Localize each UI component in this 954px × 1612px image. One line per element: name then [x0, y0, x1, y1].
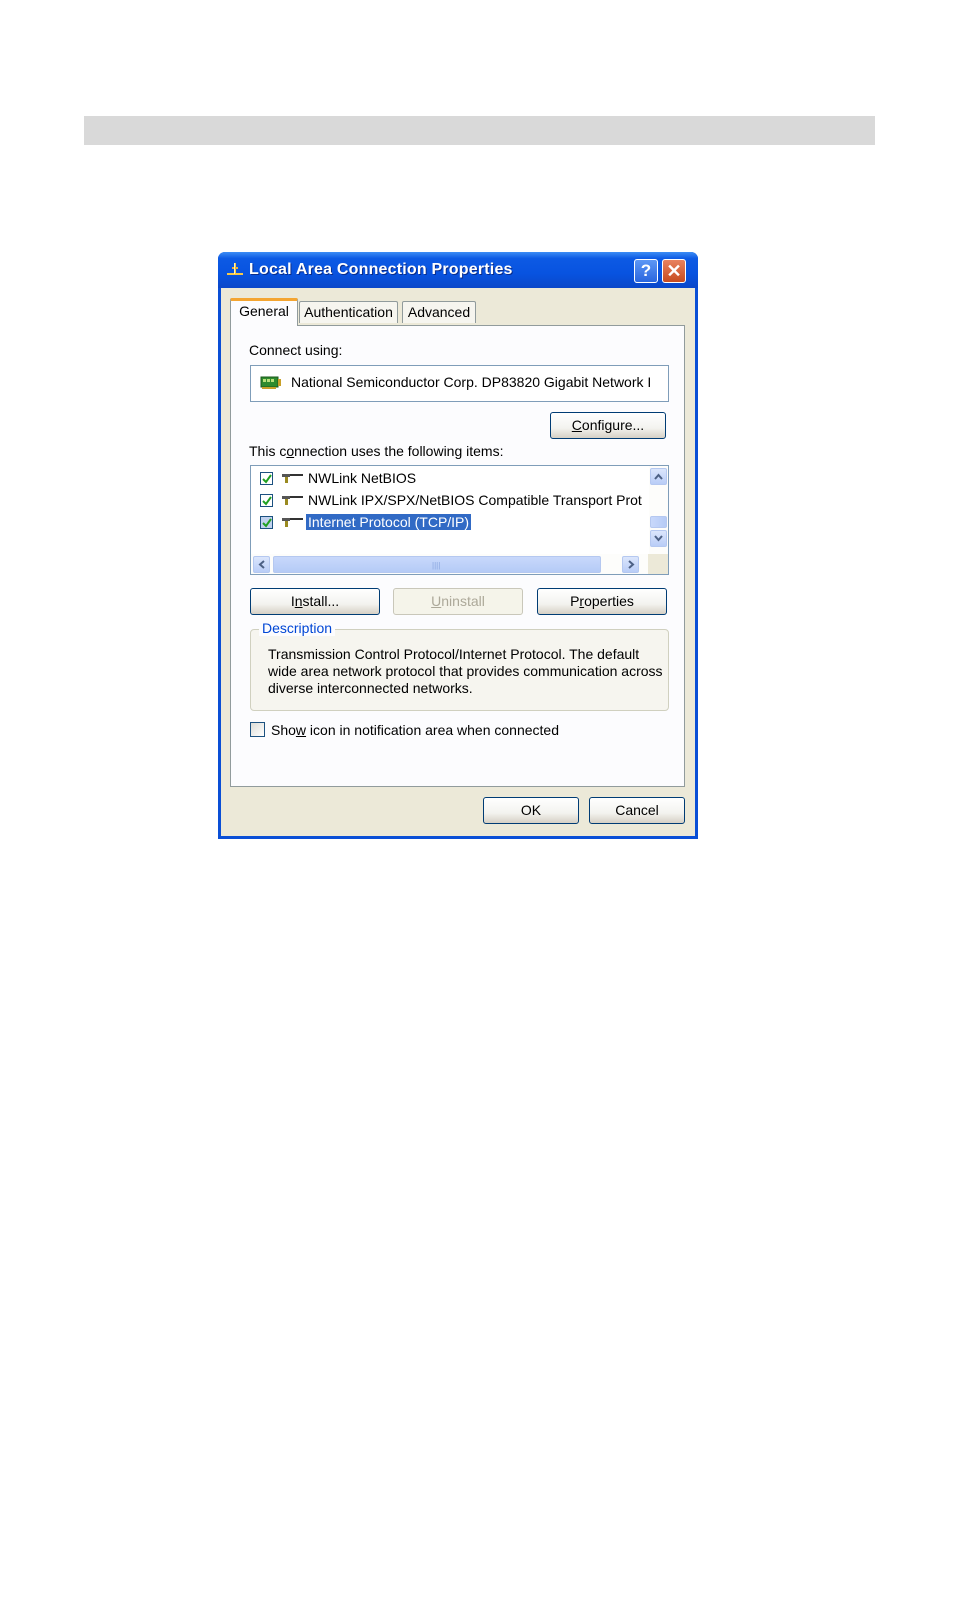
local-area-connection-properties-dialog: Local Area Connection Properties ? ✕ Gen… — [218, 252, 698, 839]
list-item-selected[interactable]: Internet Protocol (TCP/IP) — [251, 513, 641, 533]
tab-authentication[interactable]: Authentication — [299, 301, 398, 323]
install-button[interactable]: Install... — [250, 588, 380, 615]
items-label-pre: This c — [249, 443, 287, 459]
tab-general[interactable]: General — [230, 298, 298, 326]
checkmark-icon — [262, 518, 272, 528]
connect-using-label: Connect using: — [249, 342, 343, 358]
show-icon-label-post: icon in notification area when connected — [306, 722, 559, 738]
properties-label-post: operties — [584, 593, 634, 609]
protocol-icon — [282, 474, 303, 483]
grip-icon: |||| — [432, 561, 441, 570]
configure-label-post: onfigure... — [581, 417, 645, 433]
item-checkbox[interactable] — [260, 472, 273, 485]
items-label-post: nnection uses the following items: — [294, 443, 504, 459]
network-adapter-icon — [260, 376, 281, 389]
adapter-name: National Semiconductor Corp. DP83820 Gig… — [291, 374, 652, 390]
configure-button[interactable]: Configure... — [550, 412, 666, 439]
network-connection-icon — [227, 263, 243, 275]
close-button[interactable]: ✕ — [662, 259, 686, 283]
title-bar[interactable]: Local Area Connection Properties ? ✕ — [218, 252, 698, 288]
checkmark-icon — [262, 474, 272, 484]
chevron-down-icon — [654, 535, 663, 542]
configure-label-accel: C — [571, 417, 582, 433]
components-list[interactable]: NWLink NetBIOS NWLink IPX/SPX/NetBIOS Co… — [250, 465, 669, 575]
general-tab-panel: Connect using: National Semiconductor Co… — [230, 325, 685, 787]
horizontal-scrollbar[interactable]: |||| — [251, 554, 649, 574]
dialog-client-area: General Authentication Advanced Connect … — [221, 288, 695, 836]
description-title: Description — [259, 620, 336, 636]
item-checkbox[interactable] — [260, 516, 273, 529]
scrollbar-corner — [648, 554, 668, 574]
description-text: Transmission Control Protocol/Internet P… — [268, 646, 663, 696]
item-checkbox[interactable] — [260, 494, 273, 507]
protocol-icon — [282, 496, 303, 505]
header-bar — [84, 116, 875, 145]
chevron-right-icon — [628, 560, 635, 569]
adapter-field: National Semiconductor Corp. DP83820 Gig… — [250, 365, 669, 402]
item-label: NWLink IPX/SPX/NetBIOS Compatible Transp… — [308, 492, 642, 508]
uninstall-button[interactable]: Uninstall — [393, 588, 523, 615]
items-label-accel: o — [286, 443, 295, 459]
items-label: This connection uses the following items… — [249, 443, 503, 459]
list-item[interactable]: NWLink NetBIOS — [251, 469, 641, 489]
show-icon-label-accel: w — [295, 722, 307, 738]
properties-button[interactable]: Properties — [537, 588, 667, 615]
scroll-left-button[interactable] — [253, 556, 270, 573]
scroll-right-button[interactable] — [622, 556, 639, 573]
show-icon-checkbox[interactable] — [250, 722, 265, 737]
scroll-up-button[interactable] — [650, 468, 667, 485]
vertical-scrollbar[interactable] — [649, 466, 668, 555]
chevron-up-icon — [654, 473, 663, 480]
vertical-scroll-thumb[interactable] — [650, 516, 667, 528]
item-label: NWLink NetBIOS — [308, 470, 417, 486]
item-label: Internet Protocol (TCP/IP) — [304, 513, 473, 531]
checkmark-icon — [262, 496, 272, 506]
horizontal-scroll-thumb[interactable]: |||| — [273, 556, 601, 573]
show-icon-label[interactable]: Show icon in notification area when conn… — [271, 722, 559, 738]
help-button[interactable]: ? — [634, 259, 658, 283]
show-icon-label-pre: Sho — [271, 722, 296, 738]
cancel-button[interactable]: Cancel — [589, 797, 685, 824]
install-label-post: stall... — [302, 593, 340, 609]
tab-advanced[interactable]: Advanced — [402, 301, 476, 323]
dialog-title: Local Area Connection Properties — [249, 261, 513, 278]
install-label-accel: n — [294, 593, 303, 609]
ok-button[interactable]: OK — [483, 797, 579, 824]
scroll-down-button[interactable] — [650, 530, 667, 547]
uninstall-label-post: ninstall — [441, 593, 485, 609]
chevron-left-icon — [258, 560, 265, 569]
list-item[interactable]: NWLink IPX/SPX/NetBIOS Compatible Transp… — [251, 491, 642, 511]
protocol-icon — [282, 518, 303, 527]
uninstall-label-accel: U — [431, 593, 442, 609]
description-group: Description Transmission Control Protoco… — [250, 620, 669, 711]
